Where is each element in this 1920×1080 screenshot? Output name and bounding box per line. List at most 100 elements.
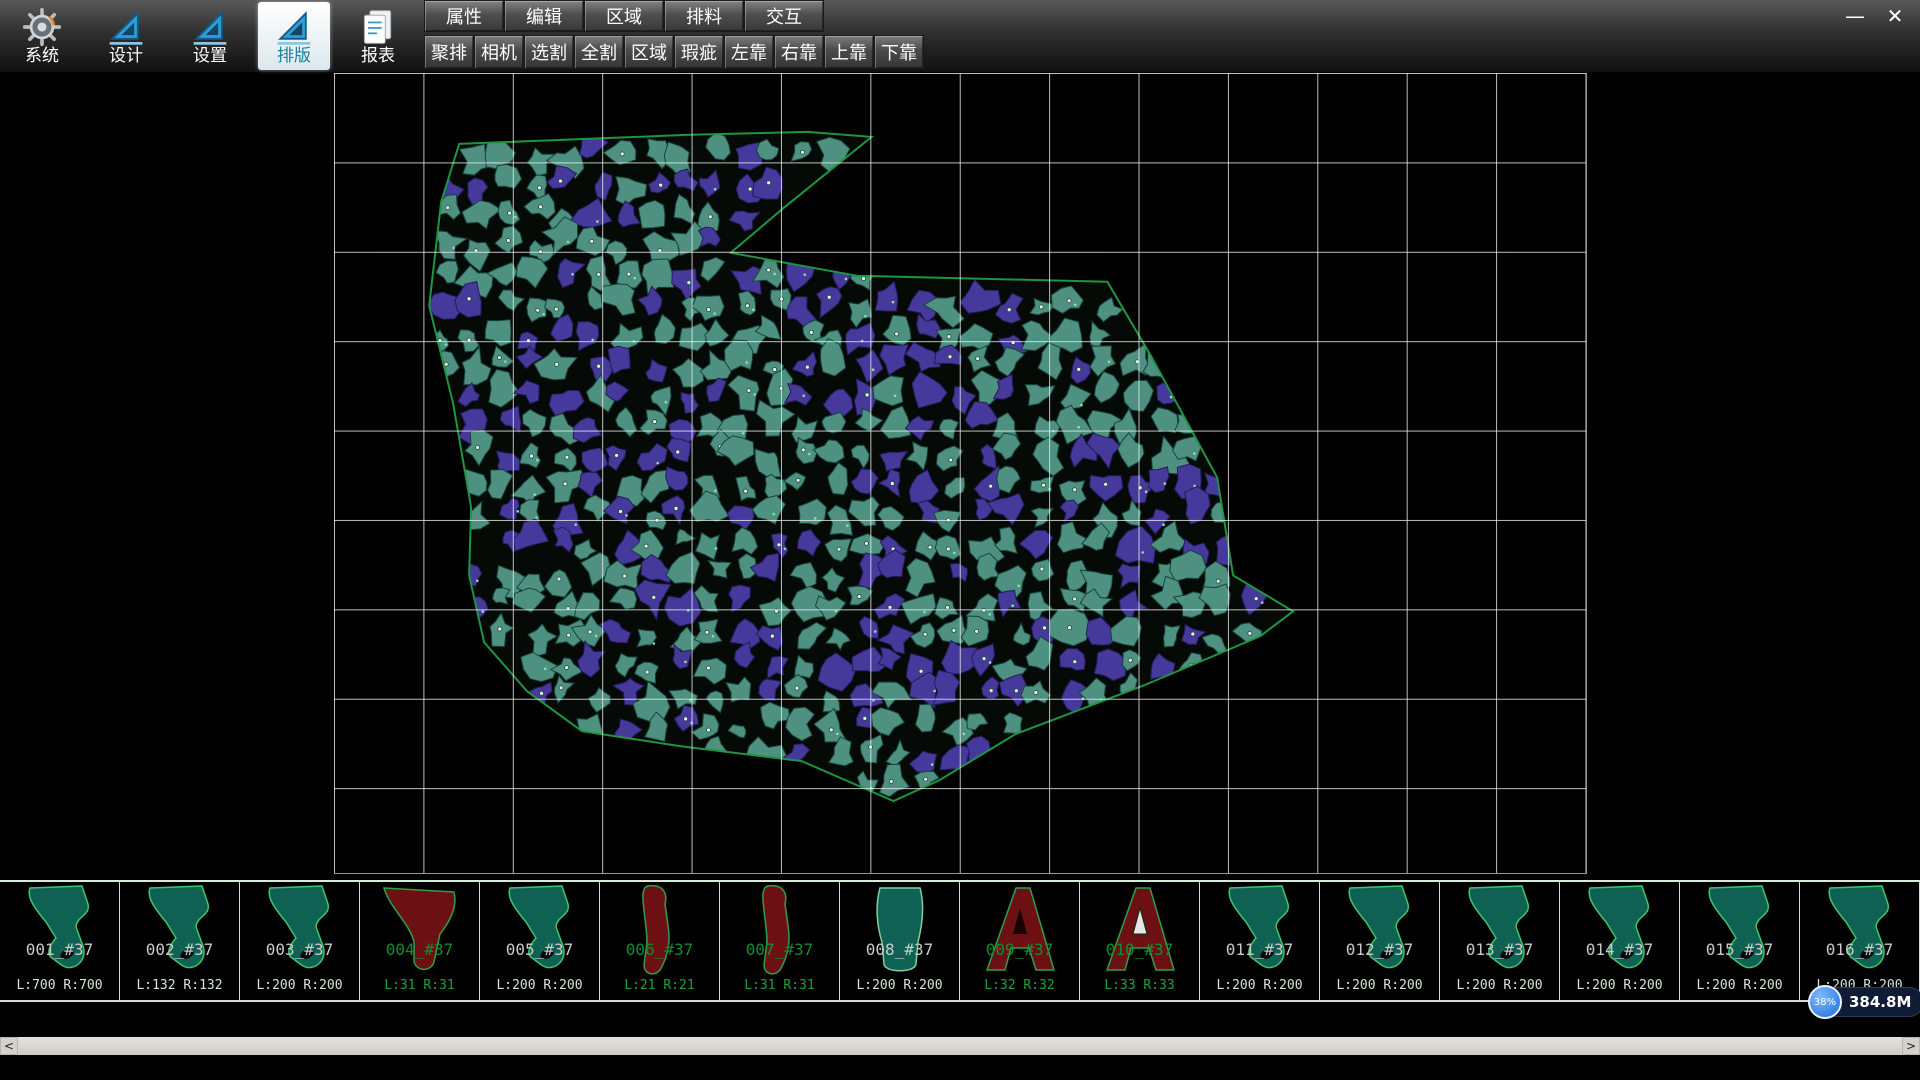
menu-tab-properties[interactable]: 属性 — [424, 0, 504, 32]
piece-name: 014_#37 — [1560, 940, 1679, 959]
piece-thumb-013_#37[interactable]: 013_#37 L:200 R:200 — [1440, 882, 1560, 1000]
app-button-label: 排版 — [277, 48, 311, 65]
scroll-right-arrow[interactable]: > — [1902, 1037, 1920, 1055]
status-badge: 38% 384.8M — [1808, 985, 1920, 1019]
nesting-svg — [334, 73, 1586, 873]
app-button-label: 报表 — [361, 48, 395, 65]
app-window: 系统设计设置排版报表 属性编辑区域排料交互 聚排相机选割全割区域瑕疵左靠右靠上靠… — [0, 0, 1920, 1080]
piece-count: L:200 R:200 — [840, 978, 959, 993]
piece-name: 006_#37 — [600, 940, 719, 959]
piece-name: 003_#37 — [240, 940, 359, 959]
close-button[interactable]: ✕ — [1882, 4, 1908, 28]
tool-button-cluster-nest[interactable]: 聚排 — [424, 35, 474, 69]
piece-shape — [1328, 882, 1432, 982]
menu-tab-interact[interactable]: 交互 — [744, 0, 824, 32]
piece-name: 007_#37 — [720, 940, 839, 959]
piece-name: 011_#37 — [1200, 940, 1319, 959]
tool-button-cut-all[interactable]: 全割 — [574, 35, 624, 69]
piece-thumb-002_#37[interactable]: 002_#37 L:132 R:132 — [120, 882, 240, 1000]
piece-shape — [968, 882, 1072, 982]
piece-thumb-008_#37[interactable]: 008_#37 L:200 R:200 — [840, 882, 960, 1000]
set-square-icon — [106, 7, 146, 47]
piece-thumb-005_#37[interactable]: 005_#37 L:200 R:200 — [480, 882, 600, 1000]
minimize-button[interactable]: — — [1842, 4, 1868, 28]
horizontal-scrollbar[interactable]: < > — [0, 1037, 1920, 1055]
progress-percent: 38% — [1814, 997, 1836, 1008]
app-button-report[interactable]: 报表 — [342, 2, 414, 70]
app-button-label: 设置 — [193, 48, 227, 65]
piece-shape — [368, 882, 472, 982]
app-button-design[interactable]: 设计 — [90, 2, 162, 70]
pieces-panel: 001_#37L:700 R:700002_#37L:132 R:132003_… — [0, 880, 1920, 1002]
nesting-canvas[interactable] — [334, 73, 1587, 874]
piece-thumb-004_#37[interactable]: 004_#37L:31 R:31 — [360, 882, 480, 1000]
piece-count: L:31 R:31 — [720, 978, 839, 993]
tool-button-align-top[interactable]: 上靠 — [824, 35, 874, 69]
app-button-layout[interactable]: 排版 — [258, 2, 330, 70]
menu-tab-edit[interactable]: 编辑 — [504, 0, 584, 32]
tool-button-select-cut[interactable]: 选割 — [524, 35, 574, 69]
set-square-icon — [274, 7, 314, 47]
piece-shape — [1568, 882, 1672, 982]
piece-name: 013_#37 — [1440, 940, 1559, 959]
menu-tab-region[interactable]: 区域 — [584, 0, 664, 32]
piece-shape — [488, 882, 592, 982]
piece-shape — [848, 882, 952, 982]
piece-thumb-011_#37[interactable]: 011_#37 L:200 R:200 — [1200, 882, 1320, 1000]
piece-thumb-006_#37[interactable]: 006_#37 L:21 R:21 — [600, 882, 720, 1000]
scroll-track[interactable] — [18, 1037, 1902, 1055]
tool-button-align-bottom[interactable]: 下靠 — [874, 35, 924, 69]
piece-name: 012_#37 — [1320, 940, 1439, 959]
menu-tab-row: 属性编辑区域排料交互 — [424, 0, 924, 32]
piece-name: 005_#37 — [480, 940, 599, 959]
tool-button-defect[interactable]: 瑕疵 — [674, 35, 724, 69]
piece-count: L:200 R:200 — [1320, 978, 1439, 993]
scroll-left-arrow[interactable]: < — [0, 1037, 18, 1055]
piece-name: 002_#37 — [120, 940, 239, 959]
tool-button-region[interactable]: 区域 — [624, 35, 674, 69]
tool-button-row: 聚排相机选割全割区域瑕疵左靠右靠上靠下靠 — [424, 35, 924, 69]
piece-count: L:200 R:200 — [240, 978, 359, 993]
piece-thumb-007_#37[interactable]: 007_#37 L:31 R:31 — [720, 882, 840, 1000]
piece-count: L:32 R:32 — [960, 978, 1079, 993]
window-controls: — ✕ — [1842, 4, 1908, 28]
piece-thumb-010_#37[interactable]: 010_#37L:33 R:33 — [1080, 882, 1200, 1000]
menu-area: 属性编辑区域排料交互 聚排相机选割全割区域瑕疵左靠右靠上靠下靠 — [424, 0, 924, 69]
piece-thumb-001_#37[interactable]: 001_#37 L:700 R:700 — [0, 882, 120, 1000]
app-button-settings[interactable]: 设置 — [174, 2, 246, 70]
piece-thumb-014_#37[interactable]: 014_#37 L:200 R:200 — [1560, 882, 1680, 1000]
piece-shape — [248, 882, 352, 982]
app-button-system[interactable]: 系统 — [6, 2, 78, 70]
piece-thumb-016_#37[interactable]: 016_#37L:200 R:200 — [1800, 882, 1920, 1000]
piece-shape — [1808, 882, 1912, 982]
piece-name: 008_#37 — [840, 940, 959, 959]
piece-count: L:200 R:200 — [1440, 978, 1559, 993]
set-square-icon — [190, 7, 230, 47]
piece-shape — [728, 882, 832, 982]
report-icon — [358, 7, 398, 47]
piece-name: 016_#37 — [1800, 940, 1919, 959]
piece-thumb-012_#37[interactable]: 012_#37 L:200 R:200 — [1320, 882, 1440, 1000]
piece-count: L:200 R:200 — [1680, 978, 1799, 993]
piece-count: L:21 R:21 — [600, 978, 719, 993]
piece-count: L:200 R:200 — [480, 978, 599, 993]
piece-shape — [8, 882, 112, 982]
piece-count: L:200 R:200 — [1200, 978, 1319, 993]
tool-button-align-right[interactable]: 右靠 — [774, 35, 824, 69]
tool-button-align-left[interactable]: 左靠 — [724, 35, 774, 69]
app-button-label: 系统 — [25, 48, 59, 65]
piece-thumb-003_#37[interactable]: 003_#37 L:200 R:200 — [240, 882, 360, 1000]
piece-thumb-015_#37[interactable]: 015_#37 L:200 R:200 — [1680, 882, 1800, 1000]
tool-button-camera[interactable]: 相机 — [474, 35, 524, 69]
menu-tab-nesting[interactable]: 排料 — [664, 0, 744, 32]
piece-name: 001_#37 — [0, 940, 119, 959]
piece-count: L:200 R:200 — [1560, 978, 1679, 993]
piece-shape — [1448, 882, 1552, 982]
piece-shape — [1088, 882, 1192, 982]
piece-shape — [608, 882, 712, 982]
piece-count: L:700 R:700 — [0, 978, 119, 993]
piece-count: L:132 R:132 — [120, 978, 239, 993]
top-toolbar: 系统设计设置排版报表 属性编辑区域排料交互 聚排相机选割全割区域瑕疵左靠右靠上靠… — [0, 0, 1920, 73]
piece-thumb-009_#37[interactable]: 009_#37L:32 R:32 — [960, 882, 1080, 1000]
piece-name: 015_#37 — [1680, 940, 1799, 959]
